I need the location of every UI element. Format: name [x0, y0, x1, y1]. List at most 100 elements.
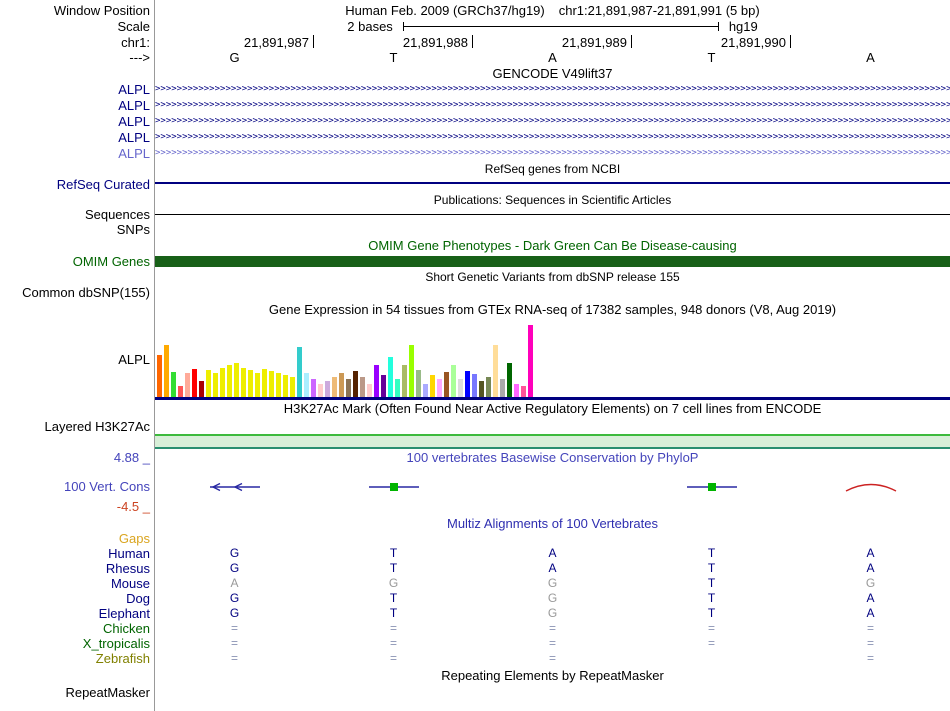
omim-track[interactable]: [155, 254, 950, 269]
gaps-track[interactable]: [155, 531, 950, 546]
gtex-expression-bar[interactable]: [528, 325, 533, 397]
refseq-curated-track[interactable]: [155, 176, 950, 192]
gtex-expression-bar[interactable]: [514, 384, 519, 397]
gtex-expression-bar[interactable]: [409, 345, 414, 397]
gtex-expression-bar[interactable]: [521, 386, 526, 397]
gtex-expression-bar[interactable]: [192, 369, 197, 397]
species-label[interactable]: Zebrafish: [0, 651, 155, 666]
species-label[interactable]: Elephant: [0, 606, 155, 621]
species-label[interactable]: Chicken: [0, 621, 155, 636]
gtex-expression-bar[interactable]: [311, 379, 316, 397]
conservation-wiggle-mark[interactable]: [366, 480, 422, 494]
gtex-expression-bar[interactable]: [500, 379, 505, 397]
h3k27ac-track[interactable]: [155, 417, 950, 449]
gtex-expression-bar[interactable]: [164, 345, 169, 397]
sequences-track[interactable]: [155, 207, 950, 222]
gtex-expression-bar[interactable]: [451, 365, 456, 397]
gtex-expression-bar[interactable]: [360, 377, 365, 397]
gtex-expression-bar[interactable]: [213, 373, 218, 397]
gtex-expression-bar[interactable]: [234, 363, 239, 397]
sequences-track-label[interactable]: Sequences: [0, 207, 155, 222]
conservation-track-label[interactable]: 100 Vert. Cons: [64, 479, 150, 494]
gtex-expression-bar[interactable]: [507, 363, 512, 397]
gtex-expression-bar[interactable]: [430, 375, 435, 397]
transcript-intron-arrows[interactable]: >>>>>>>>>>>>>>>>>>>>>>>>>>>>>>>>>>>>>>>>…: [155, 97, 950, 113]
gtex-expression-bar[interactable]: [472, 374, 477, 397]
repeatmasker-track-label[interactable]: RepeatMasker: [0, 684, 155, 700]
gtex-expression-bar[interactable]: [241, 368, 246, 397]
refseq-gene-line[interactable]: [155, 182, 950, 184]
gtex-expression-bar[interactable]: [367, 384, 372, 397]
gtex-expression-bar[interactable]: [318, 384, 323, 397]
species-label[interactable]: Rhesus: [0, 561, 155, 576]
species-label[interactable]: Mouse: [0, 576, 155, 591]
gtex-expression-bar[interactable]: [479, 381, 484, 397]
gtex-expression-bar[interactable]: [381, 375, 386, 397]
sequences-line[interactable]: [155, 214, 950, 215]
gtex-expression-bar[interactable]: [220, 368, 225, 397]
gencode-track[interactable]: ALPL>>>>>>>>>>>>>>>>>>>>>>>>>>>>>>>>>>>>…: [0, 81, 950, 161]
gtex-expression-bar[interactable]: [255, 373, 260, 397]
conservation-wiggle-mark[interactable]: [843, 480, 899, 494]
conservation-wiggle-mark[interactable]: [207, 480, 263, 494]
h3k27ac-track-label[interactable]: Layered H3K27Ac: [0, 417, 155, 449]
gtex-expression-bar[interactable]: [416, 370, 421, 397]
gtex-expression-bar[interactable]: [493, 345, 498, 397]
gtex-expression-bar[interactable]: [248, 370, 253, 397]
transcript-intron-arrows[interactable]: >>>>>>>>>>>>>>>>>>>>>>>>>>>>>>>>>>>>>>>>…: [155, 145, 950, 161]
species-label[interactable]: Human: [0, 546, 155, 561]
snps-track-label[interactable]: SNPs: [0, 222, 155, 237]
gaps-track-label[interactable]: Gaps: [0, 531, 155, 546]
gtex-expression-bar[interactable]: [465, 371, 470, 397]
conservation-wiggle-mark[interactable]: [684, 480, 740, 494]
gtex-expression-chart[interactable]: [155, 318, 950, 400]
gtex-expression-bar[interactable]: [290, 377, 295, 397]
gtex-expression-bar[interactable]: [374, 365, 379, 397]
gtex-expression-bar[interactable]: [458, 379, 463, 397]
gtex-expression-bar[interactable]: [157, 355, 162, 397]
gtex-expression-bar[interactable]: [395, 379, 400, 397]
gtex-expression-bar[interactable]: [178, 386, 183, 397]
h3k27ac-signal-band[interactable]: [155, 434, 950, 449]
gtex-expression-bar[interactable]: [437, 379, 442, 397]
species-label[interactable]: X_tropicalis: [0, 636, 155, 651]
gtex-gene-label[interactable]: ALPL: [0, 318, 155, 400]
gtex-expression-bar[interactable]: [402, 365, 407, 397]
transcript-intron-arrows[interactable]: >>>>>>>>>>>>>>>>>>>>>>>>>>>>>>>>>>>>>>>>…: [155, 113, 950, 129]
gtex-expression-bar[interactable]: [325, 381, 330, 397]
gtex-expression-bar[interactable]: [283, 375, 288, 397]
omim-gene-bar[interactable]: [155, 256, 950, 267]
gtex-expression-bar[interactable]: [297, 347, 302, 397]
gtex-expression-bar[interactable]: [227, 365, 232, 397]
transcript-intron-arrows[interactable]: >>>>>>>>>>>>>>>>>>>>>>>>>>>>>>>>>>>>>>>>…: [155, 129, 950, 145]
snps-track[interactable]: [155, 222, 950, 237]
gtex-expression-bar[interactable]: [276, 373, 281, 397]
omim-track-label[interactable]: OMIM Genes: [0, 254, 155, 269]
repeatmasker-track[interactable]: [155, 684, 950, 700]
gtex-expression-bar[interactable]: [346, 379, 351, 397]
gencode-transcript-label[interactable]: ALPL: [0, 97, 155, 113]
gtex-expression-bar[interactable]: [304, 373, 309, 397]
gencode-transcript-label[interactable]: ALPL: [0, 81, 155, 97]
multiz-alignment-track[interactable]: HumanGTATARhesusGTATAMouseAGGTGDogGTGTAE…: [0, 546, 950, 666]
gencode-transcript-label[interactable]: ALPL: [0, 113, 155, 129]
gtex-expression-bar[interactable]: [339, 373, 344, 397]
transcript-intron-arrows[interactable]: >>>>>>>>>>>>>>>>>>>>>>>>>>>>>>>>>>>>>>>>…: [155, 81, 950, 97]
conservation-track[interactable]: [155, 466, 950, 515]
gtex-expression-bar[interactable]: [262, 369, 267, 397]
gtex-expression-bar[interactable]: [486, 377, 491, 397]
gtex-expression-bar[interactable]: [269, 371, 274, 397]
gtex-expression-bar[interactable]: [388, 357, 393, 397]
dbsnp-track-label[interactable]: Common dbSNP(155): [0, 284, 155, 300]
gtex-expression-bar[interactable]: [332, 377, 337, 397]
gtex-expression-bar[interactable]: [185, 373, 190, 397]
gencode-transcript-label[interactable]: ALPL: [0, 145, 155, 161]
gtex-expression-bar[interactable]: [353, 371, 358, 397]
gtex-expression-bar[interactable]: [171, 372, 176, 397]
gtex-expression-bar[interactable]: [199, 381, 204, 397]
gtex-expression-bar[interactable]: [206, 370, 211, 397]
gtex-expression-bar[interactable]: [423, 384, 428, 397]
dbsnp-track[interactable]: [155, 284, 950, 300]
gencode-transcript-label[interactable]: ALPL: [0, 129, 155, 145]
refseq-curated-track-label[interactable]: RefSeq Curated: [0, 176, 155, 192]
